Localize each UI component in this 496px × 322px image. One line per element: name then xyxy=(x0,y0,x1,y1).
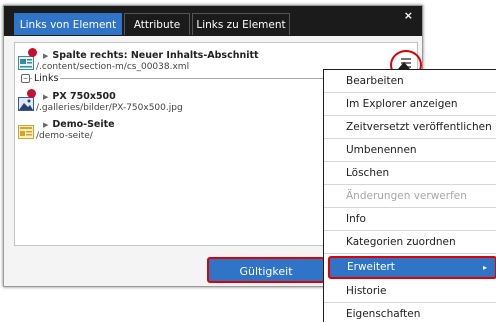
link-path-page: /demo-seite/ xyxy=(36,131,93,141)
status-dot-icon xyxy=(27,89,36,98)
section-icon xyxy=(18,55,34,70)
menu-item-history[interactable]: Historie xyxy=(324,280,496,303)
main-entry-title[interactable]: ▶ Spalte rechts: Neuer Inhalts-Abschnitt xyxy=(43,50,259,61)
menu-item-info[interactable]: Info xyxy=(324,208,496,231)
main-entry-title-text: Spalte rechts: Neuer Inhalts-Abschnitt xyxy=(52,50,259,61)
tab-links-to-element[interactable]: Links zu Element xyxy=(192,13,290,35)
menu-item-show-in-explorer[interactable]: Im Explorer anzeigen xyxy=(324,93,496,116)
menu-item-delete[interactable]: Löschen xyxy=(324,162,496,185)
main-entry-path: /.content/section-m/cs_00038.xml xyxy=(36,62,190,72)
close-icon[interactable]: × xyxy=(404,9,413,22)
menu-item-rename[interactable]: Umbenennen xyxy=(324,139,496,162)
image-icon xyxy=(18,96,34,111)
menu-item-edit[interactable]: Bearbeiten xyxy=(324,70,496,93)
menu-item-scheduled-publish[interactable]: Zeitversetzt veröffentlichen xyxy=(324,116,496,139)
link-title-page[interactable]: ▶ Demo-Seite xyxy=(43,119,115,130)
dialog-tab-bar: Links von Element Attribute Links zu Ele… xyxy=(4,6,422,36)
menu-item-discard-changes: Änderungen verwerfen xyxy=(324,185,496,208)
menu-item-assign-categories[interactable]: Kategorien zuordnen xyxy=(324,231,496,254)
context-menu: Bearbeiten Im Explorer anzeigen Zeitvers… xyxy=(323,69,496,322)
caret-right-icon: ▶ xyxy=(43,121,49,129)
menu-item-properties[interactable]: Eigenschaften xyxy=(324,303,496,322)
collapse-toggle-icon[interactable]: − xyxy=(21,74,30,83)
validity-button[interactable]: Gültigkeit xyxy=(207,257,325,283)
group-label-links: Links xyxy=(32,73,61,84)
caret-right-icon: ▶ xyxy=(43,93,49,101)
link-title-image[interactable]: ▶ PX 750x500 xyxy=(43,91,116,102)
caret-right-icon: ▶ xyxy=(43,52,49,60)
submenu-arrow-icon: ▸ xyxy=(482,263,487,272)
menu-item-advanced[interactable]: Erweitert ▸ xyxy=(328,256,496,279)
link-path-image: /.galleries/bilder/PX-750x500.jpg xyxy=(36,103,183,113)
page-icon xyxy=(18,124,34,139)
tab-attributes[interactable]: Attribute xyxy=(124,13,190,35)
menu-item-advanced-label: Erweitert xyxy=(347,261,395,273)
status-dot-icon xyxy=(28,48,37,57)
link-title-image-text: PX 750x500 xyxy=(52,91,116,102)
menu-pointer xyxy=(398,62,410,69)
link-title-page-text: Demo-Seite xyxy=(52,119,115,130)
tab-links-from-element[interactable]: Links von Element xyxy=(14,13,122,35)
screen: Links von Element Attribute Links zu Ele… xyxy=(0,0,496,322)
